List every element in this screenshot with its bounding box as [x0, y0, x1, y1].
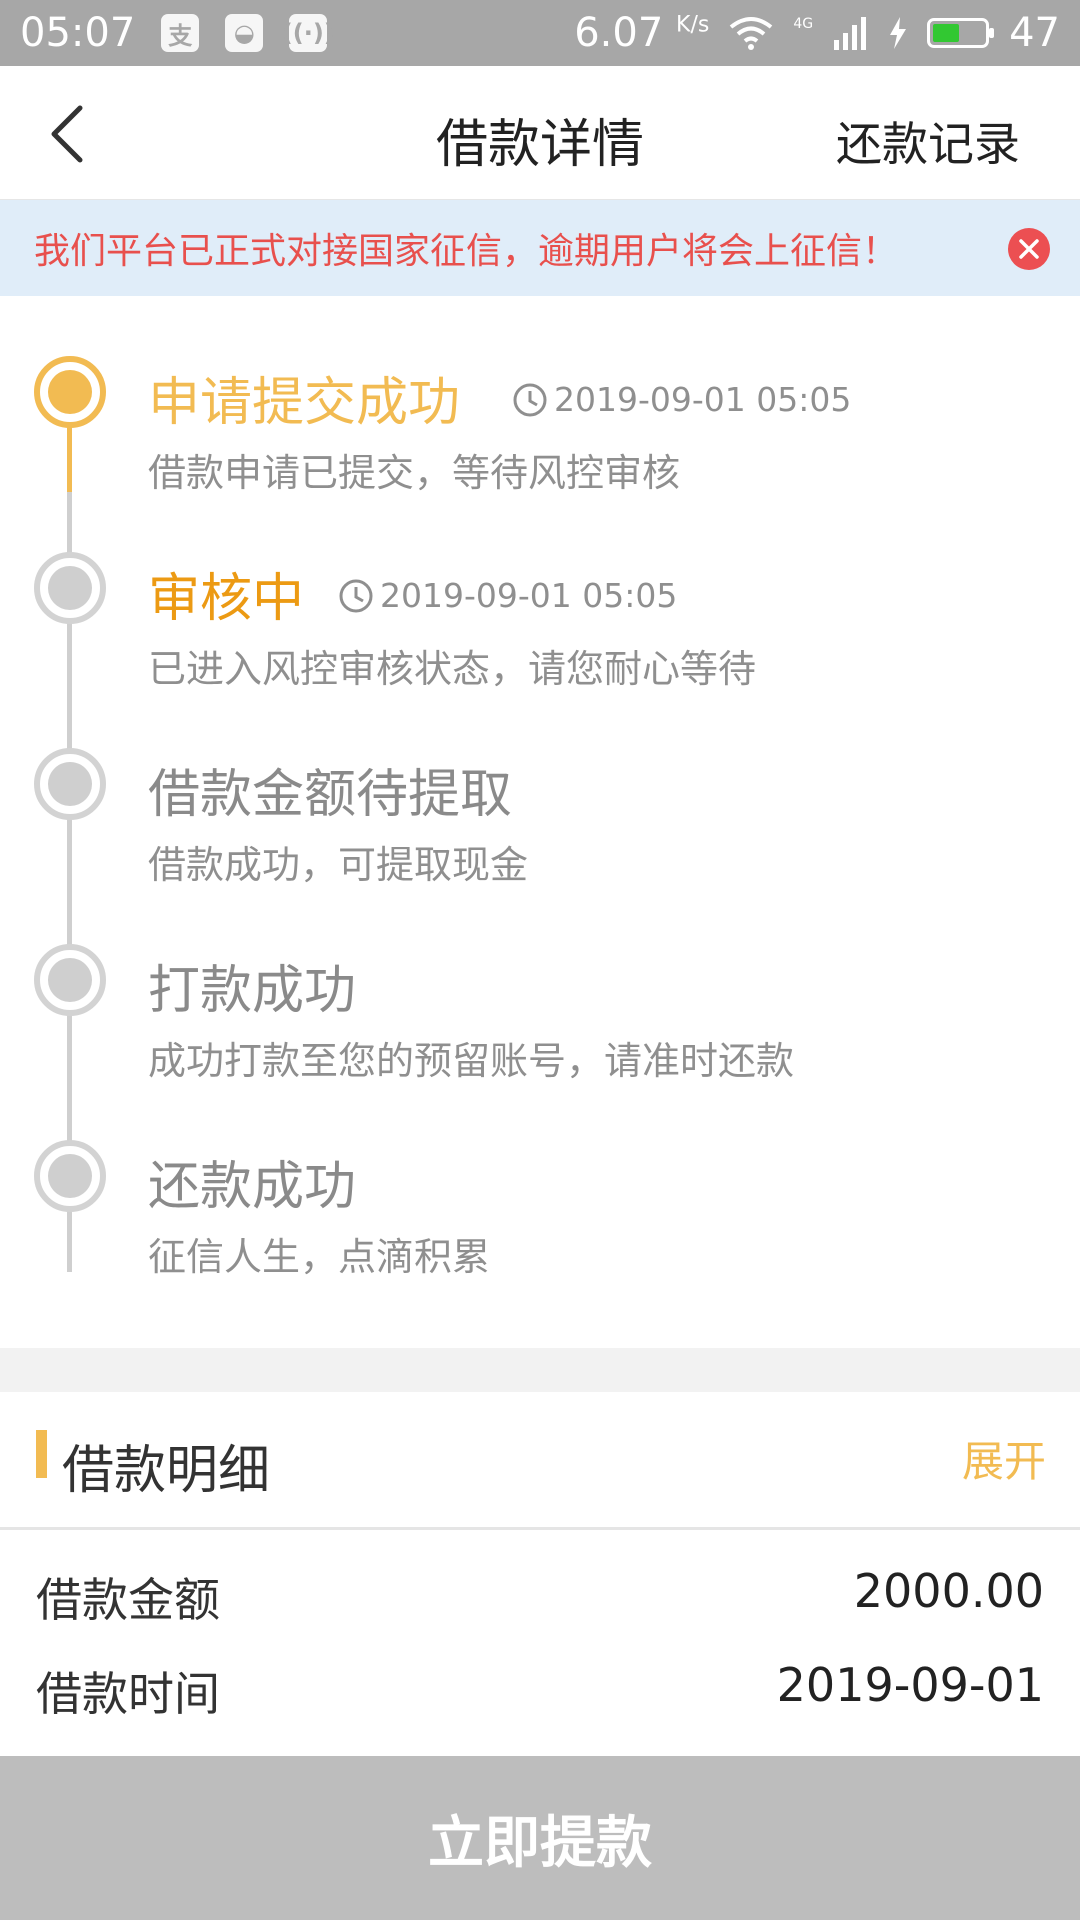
- battery-icon: [927, 18, 995, 48]
- step-description: 征信人生，点滴积累: [148, 1235, 491, 1279]
- step-time: 2019-09-01 05:05: [338, 576, 677, 615]
- expand-button[interactable]: 展开: [962, 1428, 1046, 1489]
- loan-detail-header: 借款明细 展开: [0, 1392, 1080, 1530]
- close-icon[interactable]: [1008, 228, 1050, 270]
- timeline-step: 借款金额待提取 借款成功，可提取现金: [0, 748, 1080, 938]
- timeline-step: 申请提交成功 2019-09-01 05:05 借款申请已提交，等待风控审核: [0, 356, 1080, 546]
- detail-label: 借款金额: [36, 1573, 220, 1627]
- app-notification-icon: ◒: [225, 14, 264, 52]
- repayment-record-link[interactable]: 还款记录: [836, 108, 1020, 174]
- withdraw-now-button[interactable]: 立即提款: [0, 1756, 1080, 1920]
- step-title: 审核中: [148, 569, 305, 629]
- section-title: 借款明细: [62, 1441, 271, 1501]
- clock-icon: [339, 579, 373, 612]
- clock-icon: [513, 383, 547, 416]
- step-dot-done: [34, 356, 106, 428]
- notice-text: 我们平台已正式对接国家征信，逾期用户将会上征信！: [34, 231, 899, 272]
- loan-detail-screen: 05:07 支 ◒ ((·)) 6.07 K/s 4G 47 借款详情 还款记录…: [0, 0, 1080, 1920]
- timeline-step: 还款成功 征信人生，点滴积累: [0, 1140, 1080, 1330]
- step-description: 借款申请已提交，等待风控审核: [148, 451, 681, 495]
- credit-notice-banner: 我们平台已正式对接国家征信，逾期用户将会上征信！: [0, 200, 1080, 296]
- timeline-step: 审核中 2019-09-01 05:05 已进入风控审核状态，请您耐心等待: [0, 552, 1080, 742]
- step-dot: [34, 1140, 106, 1212]
- step-dot: [34, 748, 106, 820]
- signal-icon: [834, 17, 867, 50]
- detail-value: 2019-09-01: [776, 1658, 1044, 1712]
- step-dot: [34, 944, 106, 1016]
- detail-value: 2000.00: [853, 1564, 1044, 1618]
- status-time: 05:07: [20, 10, 136, 56]
- status-bar: 05:07 支 ◒ ((·)) 6.07 K/s 4G 47: [0, 0, 1080, 66]
- detail-row-amount: 借款金额 2000.00: [0, 1552, 1080, 1642]
- timeline-step: 打款成功 成功打款至您的预留账号，请准时还款: [0, 944, 1080, 1134]
- nav-bar: 借款详情 还款记录: [0, 66, 1080, 200]
- step-title: 申请提交成功: [148, 373, 461, 433]
- network-speed: 6.07 K/s: [574, 10, 710, 56]
- detail-row-time: 借款时间 2019-09-01: [0, 1646, 1080, 1736]
- step-title: 还款成功: [148, 1157, 357, 1217]
- wifi-icon: [730, 17, 773, 50]
- step-title: 打款成功: [148, 961, 357, 1021]
- battery-level: 47: [1009, 10, 1060, 56]
- step-time: 2019-09-01 05:05: [512, 380, 851, 419]
- loan-progress-timeline: 申请提交成功 2019-09-01 05:05 借款申请已提交，等待风控审核 审…: [0, 296, 1080, 1348]
- step-description: 借款成功，可提取现金: [148, 843, 529, 887]
- step-title: 借款金额待提取: [148, 765, 513, 825]
- step-description: 已进入风控审核状态，请您耐心等待: [148, 647, 757, 691]
- charging-icon: [890, 17, 907, 49]
- step-dot: [34, 552, 106, 624]
- hotspot-notification-icon: ((·)): [282, 14, 335, 52]
- section-accent-bar: [36, 1430, 47, 1478]
- alipay-notification-icon: 支: [161, 14, 200, 52]
- step-description: 成功打款至您的预留账号，请准时还款: [148, 1039, 795, 1083]
- section-divider: [0, 1348, 1080, 1392]
- network-type: 4G: [793, 16, 814, 32]
- detail-label: 借款时间: [36, 1667, 220, 1721]
